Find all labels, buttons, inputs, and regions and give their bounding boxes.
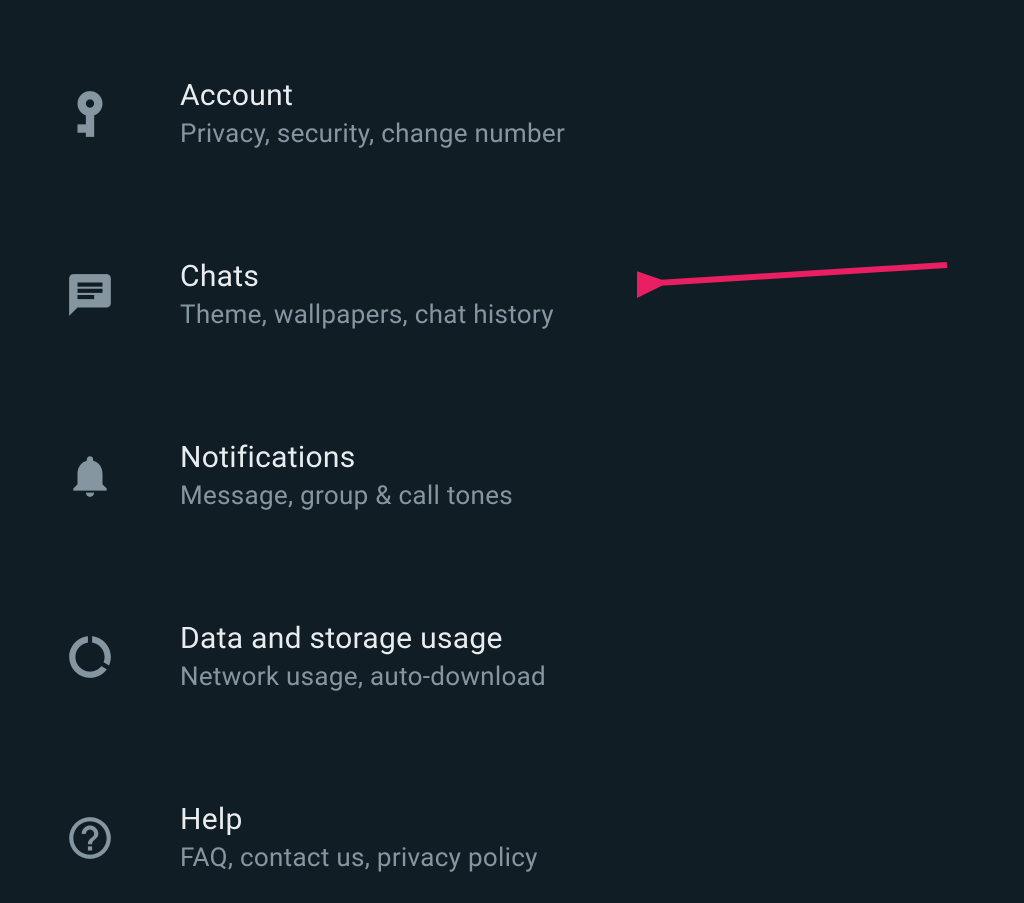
item-subtitle: Network usage, auto-download (180, 662, 546, 692)
item-title: Help (180, 802, 538, 837)
settings-item-account[interactable]: Account Privacy, security, change number (0, 48, 1024, 179)
data-usage-icon (65, 632, 115, 682)
text-container: Data and storage usage Network usage, au… (180, 621, 546, 692)
text-container: Chats Theme, wallpapers, chat history (180, 259, 554, 330)
icon-container (0, 270, 180, 320)
text-container: Notifications Message, group & call tone… (180, 440, 513, 511)
text-container: Account Privacy, security, change number (180, 78, 565, 149)
item-title: Chats (180, 259, 554, 294)
icon-container (0, 89, 180, 139)
settings-item-notifications[interactable]: Notifications Message, group & call tone… (0, 410, 1024, 541)
settings-item-help[interactable]: Help FAQ, contact us, privacy policy (0, 772, 1024, 903)
key-icon (65, 89, 115, 139)
icon-container (0, 632, 180, 682)
item-subtitle: Message, group & call tones (180, 481, 513, 511)
settings-list: Account Privacy, security, change number… (0, 0, 1024, 903)
item-subtitle: FAQ, contact us, privacy policy (180, 843, 538, 873)
item-title: Account (180, 78, 565, 113)
item-subtitle: Privacy, security, change number (180, 119, 565, 149)
settings-item-chats[interactable]: Chats Theme, wallpapers, chat history (0, 229, 1024, 360)
item-title: Notifications (180, 440, 513, 475)
chat-icon (65, 270, 115, 320)
settings-item-data-storage[interactable]: Data and storage usage Network usage, au… (0, 591, 1024, 722)
item-subtitle: Theme, wallpapers, chat history (180, 300, 554, 330)
item-title: Data and storage usage (180, 621, 546, 656)
icon-container (0, 451, 180, 501)
text-container: Help FAQ, contact us, privacy policy (180, 802, 538, 873)
bell-icon (65, 451, 115, 501)
icon-container (0, 813, 180, 863)
help-icon (65, 813, 115, 863)
